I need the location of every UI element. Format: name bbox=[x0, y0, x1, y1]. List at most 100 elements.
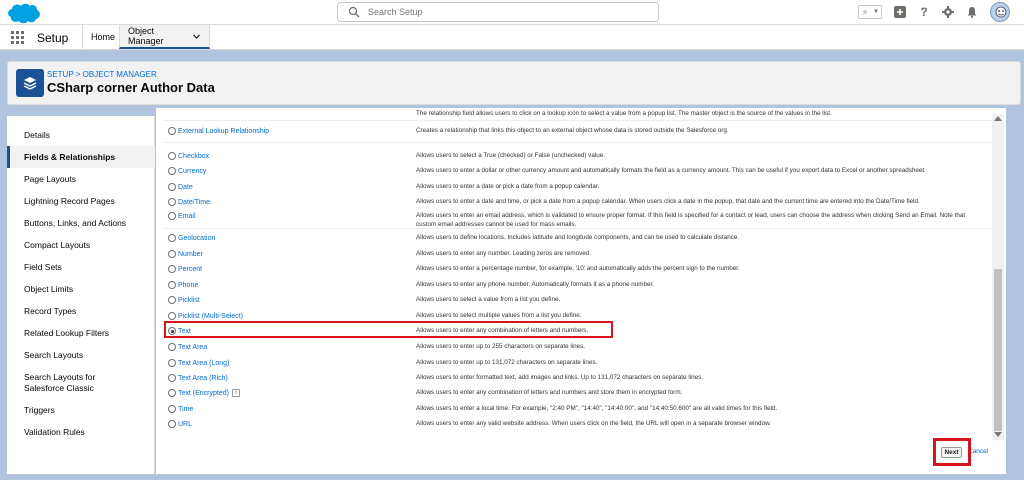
sidebar-item-lightning-record-pages[interactable]: Lightning Record Pages bbox=[7, 196, 155, 207]
bell-icon[interactable] bbox=[965, 5, 979, 19]
app-nav-bar: Setup Home Object Manager bbox=[0, 24, 1024, 50]
sidebar-item-buttons-links-actions[interactable]: Buttons, Links, and Actions bbox=[7, 218, 155, 229]
chevron-down-icon[interactable] bbox=[192, 32, 201, 41]
field-type-option[interactable]: Text Area (Rich) bbox=[168, 374, 228, 382]
field-type-option[interactable]: Date/Time bbox=[168, 198, 210, 206]
radio-button[interactable] bbox=[168, 234, 176, 242]
sidebar-item-page-layouts[interactable]: Page Layouts bbox=[7, 174, 155, 185]
field-type-label: Picklist (Multi-Select) bbox=[178, 312, 243, 320]
gear-icon[interactable] bbox=[941, 5, 955, 19]
breadcrumb-object-manager[interactable]: OBJECT MANAGER bbox=[83, 70, 157, 79]
sidebar-item-related-lookup-filters[interactable]: Related Lookup Filters bbox=[7, 328, 155, 339]
sidebar-item-validation-rules[interactable]: Validation Rules bbox=[7, 427, 155, 438]
sidebar-item-compact-layouts[interactable]: Compact Layouts bbox=[7, 240, 155, 251]
field-type-label: Email bbox=[178, 212, 196, 220]
tab-object-manager-label: Object Manager bbox=[128, 26, 164, 46]
field-type-option[interactable]: Text (Encrypted) i bbox=[168, 389, 240, 397]
search-input[interactable] bbox=[368, 5, 648, 19]
radio-button[interactable] bbox=[168, 198, 176, 206]
add-icon[interactable] bbox=[893, 5, 907, 19]
radio-button[interactable] bbox=[168, 281, 176, 289]
field-type-label: Checkbox bbox=[178, 152, 210, 160]
sidebar-item-object-limits[interactable]: Object Limits bbox=[7, 284, 155, 295]
field-type-option[interactable]: Picklist bbox=[168, 296, 200, 304]
radio-button[interactable] bbox=[168, 183, 176, 191]
scroll-up-arrow-icon[interactable] bbox=[994, 116, 1002, 121]
field-type-description: Creates a relationship that links this o… bbox=[416, 127, 729, 134]
global-header: ★ ▼ ? bbox=[0, 0, 1024, 24]
field-type-description: Allows users to enter any phone number. … bbox=[416, 281, 655, 288]
favorites-star-icon: ★ bbox=[861, 6, 870, 17]
field-type-option[interactable]: External Lookup Relationship bbox=[168, 127, 269, 135]
radio-button[interactable] bbox=[168, 152, 176, 160]
field-type-option[interactable]: Checkbox bbox=[168, 152, 209, 160]
field-type-description: Allows users to define locations. Includ… bbox=[416, 234, 740, 241]
radio-button[interactable] bbox=[168, 405, 176, 413]
radio-button[interactable] bbox=[168, 127, 176, 135]
search-icon bbox=[348, 6, 360, 18]
field-type-option[interactable]: Text Area bbox=[168, 343, 207, 351]
field-type-option[interactable]: Phone bbox=[168, 281, 198, 289]
field-type-option[interactable]: Email bbox=[168, 212, 196, 220]
cancel-link[interactable]: Cancel bbox=[968, 448, 988, 455]
sidebar-item-field-sets[interactable]: Field Sets bbox=[7, 262, 155, 273]
sidebar-item-triggers[interactable]: Triggers bbox=[7, 405, 155, 416]
field-type-label: Number bbox=[178, 250, 203, 258]
radio-button[interactable] bbox=[168, 212, 176, 220]
field-type-option[interactable]: Date bbox=[168, 183, 193, 191]
field-type-description: Allows users to enter an email address, … bbox=[416, 212, 966, 228]
radio-button[interactable] bbox=[168, 250, 176, 258]
field-type-option[interactable]: Text Area (Long) bbox=[168, 359, 229, 367]
object-layers-icon bbox=[16, 69, 44, 97]
field-type-label: Text (Encrypted) bbox=[178, 389, 229, 397]
field-type-description: Allows users to enter a date and time, o… bbox=[416, 198, 920, 205]
radio-button[interactable] bbox=[168, 374, 176, 382]
field-type-label: Geolocation bbox=[178, 234, 216, 242]
sidebar-item-fields-relationships[interactable]: Fields & Relationships bbox=[7, 146, 155, 168]
field-type-label: Text Area (Rich) bbox=[178, 374, 228, 382]
breadcrumb-setup[interactable]: SETUP bbox=[47, 70, 74, 79]
field-type-option[interactable]: Percent bbox=[168, 265, 202, 273]
field-type-option[interactable]: Geolocation bbox=[168, 234, 215, 242]
radio-button[interactable] bbox=[168, 420, 176, 428]
field-type-label: External Lookup Relationship bbox=[178, 127, 270, 135]
tab-object-manager[interactable]: Object Manager bbox=[119, 25, 210, 49]
sidebar-item-record-types[interactable]: Record Types bbox=[7, 306, 155, 317]
field-type-description: Allows users to enter a date or pick a d… bbox=[416, 183, 600, 190]
field-type-label: Date bbox=[178, 183, 193, 191]
field-type-option[interactable]: Time bbox=[168, 405, 193, 413]
info-icon[interactable]: i bbox=[231, 389, 240, 397]
field-type-label: Currency bbox=[178, 167, 207, 175]
field-type-label: URL bbox=[178, 420, 193, 428]
chevron-down-icon: ▼ bbox=[873, 9, 879, 15]
breadcrumb: SETUP > OBJECT MANAGER bbox=[47, 70, 157, 79]
sidebar-item-search-layouts-classic[interactable]: Search Layouts for Salesforce Classic bbox=[7, 372, 137, 394]
field-type-label: Phone bbox=[178, 281, 199, 289]
header-icons: ★ ▼ ? bbox=[858, 2, 1010, 22]
field-type-option[interactable]: Picklist (Multi-Select) bbox=[168, 312, 243, 320]
radio-button[interactable] bbox=[168, 265, 176, 273]
field-type-label: Date/Time bbox=[178, 198, 211, 206]
tab-home[interactable]: Home bbox=[82, 25, 123, 49]
radio-button[interactable] bbox=[168, 296, 176, 304]
field-type-option[interactable]: Currency bbox=[168, 167, 206, 175]
app-launcher-icon[interactable] bbox=[11, 31, 24, 44]
scroll-down-arrow-icon[interactable] bbox=[994, 432, 1002, 437]
field-type-option[interactable]: Number bbox=[168, 250, 203, 258]
sidebar-item-details[interactable]: Details bbox=[7, 130, 155, 141]
help-icon[interactable]: ? bbox=[917, 5, 931, 19]
radio-button[interactable] bbox=[168, 312, 176, 320]
radio-button[interactable] bbox=[168, 389, 176, 397]
setup-search[interactable] bbox=[337, 2, 659, 22]
salesforce-logo[interactable] bbox=[6, 2, 42, 24]
avatar[interactable] bbox=[990, 2, 1010, 22]
favorites-button[interactable]: ★ ▼ bbox=[858, 5, 882, 19]
vertical-scrollbar[interactable] bbox=[992, 114, 1004, 440]
field-type-option[interactable]: URL bbox=[168, 420, 192, 428]
scrollbar-thumb[interactable] bbox=[994, 269, 1002, 431]
sidebar-item-search-layouts[interactable]: Search Layouts bbox=[7, 350, 155, 361]
radio-button[interactable] bbox=[168, 359, 176, 367]
radio-button[interactable] bbox=[168, 343, 176, 351]
radio-button[interactable] bbox=[168, 167, 176, 175]
field-type-description: Allows users to enter up to 131,072 char… bbox=[416, 359, 598, 366]
